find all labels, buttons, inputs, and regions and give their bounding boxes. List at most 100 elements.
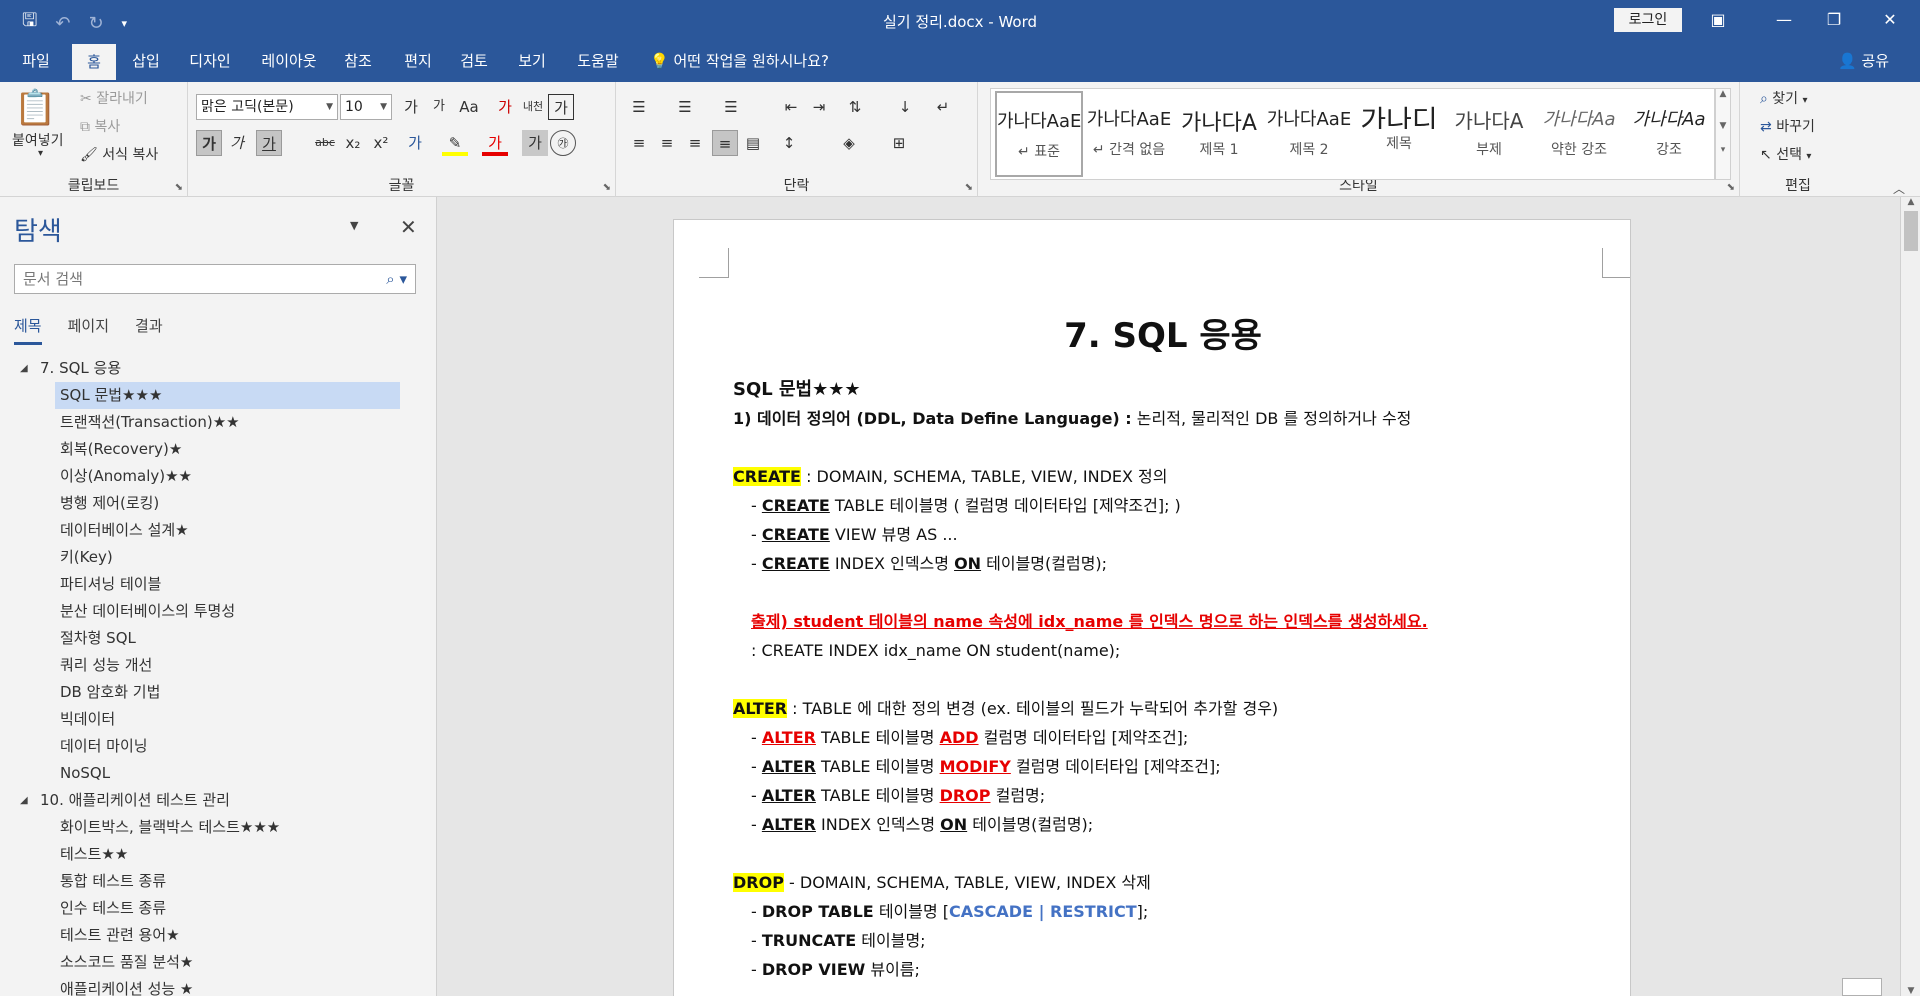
- search-input[interactable]: 문서 검색 ⌕ ▾: [14, 264, 416, 294]
- tab-design[interactable]: 디자인: [180, 40, 240, 82]
- ribbon-display-options-icon[interactable]: ▣: [1698, 6, 1738, 34]
- list-item[interactable]: 빅데이터: [0, 706, 420, 733]
- list-item[interactable]: ◢ 10. 애플리케이션 테스트 관리: [0, 787, 420, 814]
- more-styles-icon[interactable]: ▾: [1716, 145, 1730, 155]
- search-icon[interactable]: ⌕ ▾: [386, 265, 407, 293]
- text-direction-icon[interactable]: ⇅: [842, 94, 868, 120]
- multilevel-list-icon[interactable]: ☰: [718, 94, 744, 120]
- character-shading-icon[interactable]: 가: [522, 130, 548, 156]
- paste-icon[interactable]: 📋: [14, 88, 56, 128]
- list-item[interactable]: 분산 데이터베이스의 투명성: [0, 598, 420, 625]
- list-item[interactable]: 데이터 마이닝: [0, 733, 420, 760]
- login-button[interactable]: 로그인: [1614, 8, 1682, 32]
- enclose-characters-icon[interactable]: ㉮: [550, 130, 576, 156]
- sort-icon[interactable]: ↓: [892, 94, 918, 120]
- chevron-down-icon[interactable]: ▼: [350, 219, 358, 232]
- style-subtitle[interactable]: 가나다A 부제: [1445, 91, 1533, 177]
- replace-button[interactable]: ⇄ 바꾸기: [1760, 116, 1815, 136]
- list-item[interactable]: 데이터베이스 설계★: [0, 517, 420, 544]
- grow-font-icon[interactable]: 가: [398, 94, 424, 120]
- dialog-launcher-icon[interactable]: ⬊: [603, 182, 611, 193]
- list-item[interactable]: 통합 테스트 종류: [0, 868, 420, 895]
- list-item[interactable]: NoSQL: [0, 760, 420, 787]
- show-paragraph-marks-icon[interactable]: ↵: [930, 94, 956, 120]
- distributed-icon[interactable]: ▤: [740, 130, 766, 156]
- tab-help[interactable]: 도움말: [568, 40, 628, 82]
- list-item[interactable]: 절차형 SQL: [0, 625, 420, 652]
- tab-insert[interactable]: 삽입: [124, 40, 168, 82]
- superscript-icon[interactable]: x²: [368, 130, 394, 156]
- restore-icon[interactable]: ❐: [1814, 6, 1854, 34]
- share-button[interactable]: 👤 공유: [1838, 40, 1889, 82]
- style-normal[interactable]: 가나다AaE ↵ 표준: [995, 91, 1083, 177]
- list-item[interactable]: DB 암호화 기법: [0, 679, 420, 706]
- list-item[interactable]: 트랜잭션(Transaction)★★: [0, 409, 420, 436]
- align-left-icon[interactable]: ≡: [626, 130, 652, 156]
- tab-references[interactable]: 참조: [336, 40, 380, 82]
- list-item[interactable]: SQL 문법★★★: [55, 382, 400, 409]
- list-item[interactable]: 회복(Recovery)★: [0, 436, 420, 463]
- tab-review[interactable]: 검토: [452, 40, 496, 82]
- style-emphasis[interactable]: 가나다Aa 강조: [1625, 91, 1713, 177]
- line-spacing-icon[interactable]: ↕: [776, 130, 802, 156]
- minimize-icon[interactable]: —: [1764, 6, 1804, 34]
- list-item[interactable]: 병행 제어(로킹): [0, 490, 420, 517]
- tab-home[interactable]: 홈: [72, 44, 116, 82]
- collapse-triangle-icon[interactable]: ◢: [20, 355, 28, 382]
- tell-me-search[interactable]: 💡 어떤 작업을 원하시나요?: [650, 40, 829, 82]
- style-heading-2[interactable]: 가나다AaE 제목 2: [1265, 91, 1353, 177]
- list-item[interactable]: 이상(Anomaly)★★: [0, 463, 420, 490]
- increase-indent-icon[interactable]: ⇥: [806, 94, 832, 120]
- phonetic-guide-icon[interactable]: 내천: [520, 94, 546, 120]
- scroll-down-icon[interactable]: ▼: [1901, 986, 1920, 996]
- close-window-icon[interactable]: ✕: [1870, 6, 1910, 34]
- list-item[interactable]: 쿼리 성능 개선: [0, 652, 420, 679]
- highlight-color-icon[interactable]: ✎: [442, 130, 468, 156]
- tab-view[interactable]: 보기: [510, 40, 554, 82]
- cut-button[interactable]: ✂ 잘라내기: [80, 88, 148, 108]
- tab-file[interactable]: 파일: [14, 40, 58, 82]
- collapse-triangle-icon[interactable]: ◢: [20, 787, 28, 814]
- dialog-launcher-icon[interactable]: ⬊: [1727, 182, 1735, 193]
- tab-pages[interactable]: 페이지: [68, 315, 109, 345]
- chevron-up-icon[interactable]: ▲: [1716, 89, 1730, 99]
- character-border-icon[interactable]: 가: [548, 94, 574, 120]
- vertical-scrollbar[interactable]: ▲ ▼: [1900, 197, 1920, 996]
- style-no-spacing[interactable]: 가나다AaE ↵ 간격 없음: [1085, 91, 1173, 177]
- find-button[interactable]: ⌕ 찾기 ▾: [1760, 88, 1808, 108]
- document-body[interactable]: 7. SQL 응용 SQL 문법★★★ 1) 데이터 정의어 (DDL, Dat…: [733, 308, 1593, 984]
- list-item[interactable]: 파티셔닝 테이블: [0, 571, 420, 598]
- bold-icon[interactable]: 가: [196, 130, 222, 156]
- strikethrough-icon[interactable]: abc: [312, 130, 338, 156]
- borders-icon[interactable]: ⊞: [886, 130, 912, 156]
- format-painter-button[interactable]: 🖌 서식 복사: [80, 144, 158, 164]
- dialog-launcher-icon[interactable]: ⬊: [965, 182, 973, 193]
- list-item[interactable]: 키(Key): [0, 544, 420, 571]
- text-effects-icon[interactable]: 가: [402, 130, 428, 156]
- view-toggle-button[interactable]: [1842, 978, 1882, 996]
- align-center-icon[interactable]: ≡: [654, 130, 680, 156]
- tab-layout[interactable]: 레이아웃: [252, 40, 326, 82]
- document-page[interactable]: 7. SQL 응용 SQL 문법★★★ 1) 데이터 정의어 (DDL, Dat…: [673, 219, 1631, 996]
- scroll-up-icon[interactable]: ▲: [1901, 197, 1920, 207]
- list-item[interactable]: 테스트★★: [0, 841, 420, 868]
- list-item[interactable]: 인수 테스트 종류: [0, 895, 420, 922]
- list-item[interactable]: 테스트 관련 용어★: [0, 922, 420, 949]
- list-item[interactable]: 화이트박스, 블랙박스 테스트★★★: [0, 814, 420, 841]
- font-size-select[interactable]: 10 ▼: [340, 94, 392, 120]
- close-icon[interactable]: ✕: [400, 215, 417, 239]
- scrollbar-thumb[interactable]: [1904, 211, 1918, 251]
- list-item[interactable]: 소스코드 품질 분석★: [0, 949, 420, 976]
- numbering-icon[interactable]: ☰: [672, 94, 698, 120]
- bullets-icon[interactable]: ☰: [626, 94, 652, 120]
- styles-gallery-scroll[interactable]: ▲ ▼ ▾: [1715, 88, 1731, 180]
- decrease-indent-icon[interactable]: ⇤: [778, 94, 804, 120]
- list-item[interactable]: ◢ 7. SQL 응용: [0, 355, 420, 382]
- paste-button[interactable]: 붙여넣기: [12, 130, 64, 150]
- font-name-select[interactable]: 맑은 고딕(본문) ▼: [196, 94, 338, 120]
- paste-dropdown-icon[interactable]: ▾: [38, 148, 43, 159]
- tab-headings[interactable]: 제목: [14, 315, 42, 345]
- italic-icon[interactable]: 가: [224, 130, 250, 156]
- select-button[interactable]: ↖ 선택 ▾: [1760, 144, 1811, 164]
- shading-icon[interactable]: ◈: [836, 130, 862, 156]
